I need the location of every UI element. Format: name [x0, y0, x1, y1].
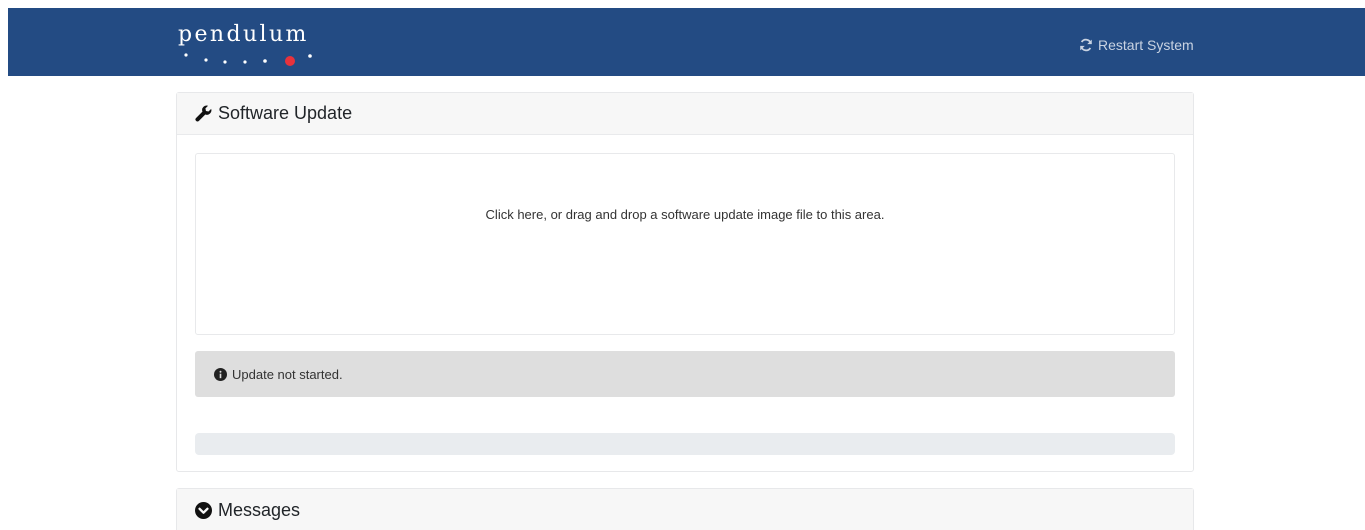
- restart-system-button[interactable]: Restart System: [1079, 37, 1194, 53]
- update-status-alert: Update not started.: [195, 351, 1175, 397]
- update-file-dropzone[interactable]: Click here, or drag and drop a software …: [195, 153, 1175, 335]
- software-update-title: Software Update: [218, 103, 353, 123]
- brand-name: pendulum: [178, 22, 309, 47]
- update-progress-bar: [195, 433, 1175, 455]
- messages-card: Messages: [176, 488, 1194, 530]
- update-status-text: Update not started.: [232, 366, 343, 382]
- brand-dots-graphic: [184, 53, 312, 66]
- navbar: pendulum Restart System: [8, 8, 1365, 76]
- wrench-icon: [195, 105, 212, 122]
- info-circle-icon: [214, 367, 227, 381]
- software-update-header: Software Update: [177, 93, 1193, 135]
- chevron-circle-down-icon: [195, 501, 212, 519]
- messages-title: Messages: [218, 499, 301, 520]
- messages-header[interactable]: Messages: [177, 489, 1193, 530]
- brand-logo[interactable]: pendulum: [178, 22, 338, 72]
- dropzone-instructions: Click here, or drag and drop a software …: [485, 207, 885, 222]
- software-update-card: Software Update Click here, or drag and …: [176, 92, 1194, 472]
- restart-system-label: Restart System: [1098, 37, 1194, 53]
- page: pendulum Restart System Software Update …: [0, 0, 1365, 530]
- refresh-icon: [1080, 38, 1092, 52]
